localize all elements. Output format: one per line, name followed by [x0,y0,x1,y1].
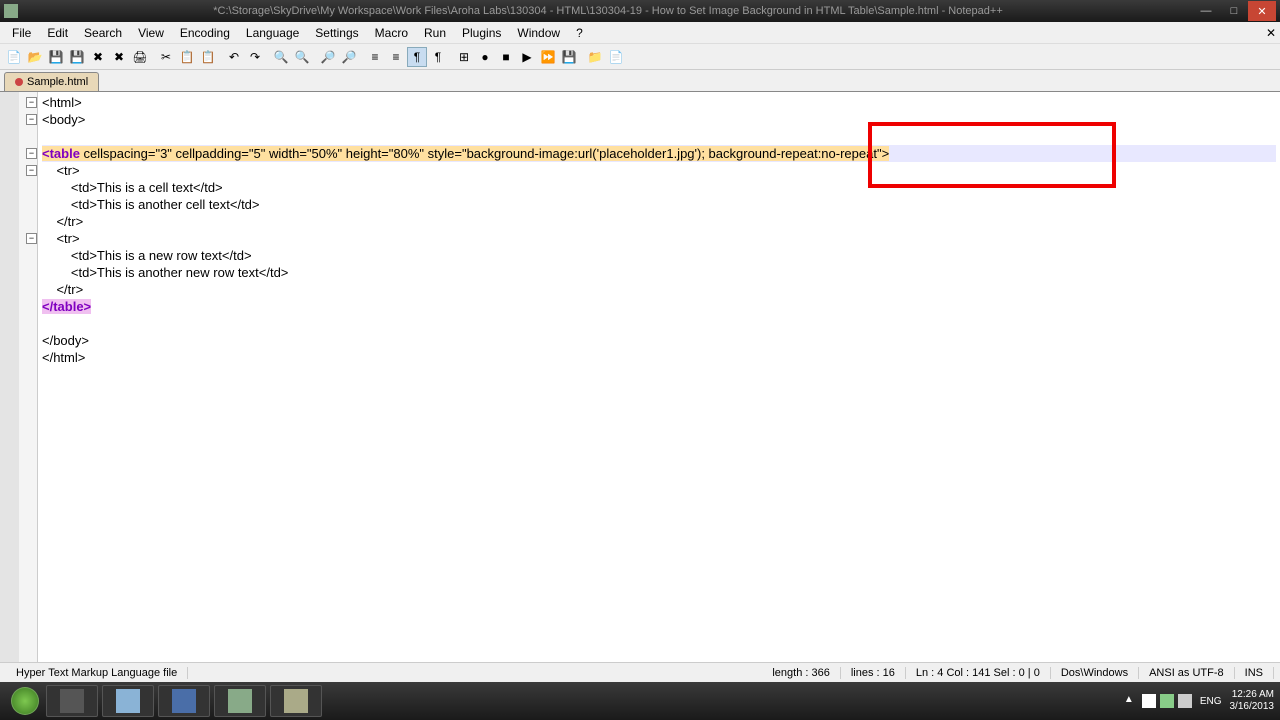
taskbar-app-2[interactable] [102,685,154,717]
fold-icon[interactable]: − [26,148,37,159]
sync-h-icon[interactable]: ≡ [386,47,406,67]
taskbar-app-4[interactable] [214,685,266,717]
redo-icon[interactable]: ↷ [245,47,265,67]
play-multi-icon[interactable]: ⏩ [538,47,558,67]
folder-icon[interactable]: 📁 [585,47,605,67]
tray-language[interactable]: ENG [1200,696,1222,707]
menu-file[interactable]: File [4,24,39,42]
menu-language[interactable]: Language [238,24,307,42]
app-icon [4,4,18,18]
wordwrap-icon[interactable]: ¶ [407,47,427,67]
system-tray: ▲ ENG 12:26 AM 3/16/2013 [1124,689,1274,713]
editor-margin [0,92,38,662]
save-all-icon[interactable]: 💾 [67,47,87,67]
status-position: Ln : 4 Col : 141 Sel : 0 | 0 [906,667,1051,679]
menu-search[interactable]: Search [76,24,130,42]
stop-macro-icon[interactable]: ■ [496,47,516,67]
status-lines: lines : 16 [841,667,906,679]
close-file-icon[interactable]: ✖ [88,47,108,67]
show-chars-icon[interactable]: ¶ [428,47,448,67]
unsaved-indicator-icon [15,78,23,86]
play-macro-icon[interactable]: ▶ [517,47,537,67]
editor-container: −<html> −<body> −<table cellspacing="3" … [0,92,1280,662]
save-icon[interactable]: 💾 [46,47,66,67]
replace-icon[interactable]: 🔍 [292,47,312,67]
fold-icon[interactable]: − [26,233,37,244]
zoom-in-icon[interactable]: 🔎 [318,47,338,67]
menu-bar: File Edit Search View Encoding Language … [0,22,1280,44]
start-button[interactable] [6,685,44,717]
menu-run[interactable]: Run [416,24,454,42]
sync-v-icon[interactable]: ≡ [365,47,385,67]
record-macro-icon[interactable]: ● [475,47,495,67]
tab-label: Sample.html [27,76,88,88]
zoom-out-icon[interactable]: 🔎 [339,47,359,67]
mdi-close-button[interactable]: ✕ [1266,26,1276,40]
copy-icon[interactable]: 📋 [177,47,197,67]
windows-taskbar: ▲ ENG 12:26 AM 3/16/2013 [0,682,1280,720]
open-file-icon[interactable]: 📂 [25,47,45,67]
undo-icon[interactable]: ↶ [224,47,244,67]
status-bar: Hyper Text Markup Language file length :… [0,662,1280,682]
menu-settings[interactable]: Settings [307,24,366,42]
start-orb-icon [11,687,39,715]
maximize-button[interactable]: □ [1220,1,1248,21]
fold-column [19,92,37,662]
tray-flag-icon[interactable] [1142,694,1156,708]
paste-icon[interactable]: 📋 [198,47,218,67]
cut-icon[interactable]: ✂ [156,47,176,67]
line-numbers [0,92,19,662]
window-title: *C:\Storage\SkyDrive\My Workspace\Work F… [24,5,1192,17]
taskbar-app-3[interactable] [158,685,210,717]
document-tabs: Sample.html [0,70,1280,92]
tray-network-icon[interactable] [1178,694,1192,708]
window-titlebar: *C:\Storage\SkyDrive\My Workspace\Work F… [0,0,1280,22]
menu-view[interactable]: View [130,24,172,42]
doc-icon[interactable]: 📄 [606,47,626,67]
status-filetype: Hyper Text Markup Language file [6,667,188,679]
menu-encoding[interactable]: Encoding [172,24,238,42]
save-macro-icon[interactable]: 💾 [559,47,579,67]
status-insert-mode: INS [1235,667,1274,679]
menu-window[interactable]: Window [509,24,568,42]
find-icon[interactable]: 🔍 [271,47,291,67]
tab-sample-html[interactable]: Sample.html [4,72,99,91]
close-all-icon[interactable]: ✖ [109,47,129,67]
taskbar-app-5[interactable] [270,685,322,717]
fold-icon[interactable]: − [26,114,37,125]
code-editor[interactable]: −<html> −<body> −<table cellspacing="3" … [38,92,1280,662]
tray-clock[interactable]: 12:26 AM 3/16/2013 [1230,689,1275,713]
toolbar: 📄 📂 💾 💾 ✖ ✖ 🖨 ✂ 📋 📋 ↶ ↷ 🔍 🔍 🔎 🔎 ≡ ≡ ¶ ¶ … [0,44,1280,70]
minimize-button[interactable]: — [1192,1,1220,21]
fold-icon[interactable]: − [26,165,37,176]
status-length: length : 366 [762,667,841,679]
menu-macro[interactable]: Macro [367,24,416,42]
print-icon[interactable]: 🖨 [130,47,150,67]
tray-battery-icon[interactable] [1160,694,1174,708]
fold-icon[interactable]: − [26,97,37,108]
status-encoding: ANSI as UTF-8 [1139,667,1235,679]
tray-up-icon[interactable]: ▲ [1124,694,1138,708]
close-button[interactable]: ✕ [1248,1,1276,21]
menu-plugins[interactable]: Plugins [454,24,509,42]
menu-help[interactable]: ? [568,24,591,42]
indent-guide-icon[interactable]: ⊞ [454,47,474,67]
status-eol: Dos\Windows [1051,667,1139,679]
new-file-icon[interactable]: 📄 [4,47,24,67]
menu-edit[interactable]: Edit [39,24,76,42]
taskbar-app-1[interactable] [46,685,98,717]
